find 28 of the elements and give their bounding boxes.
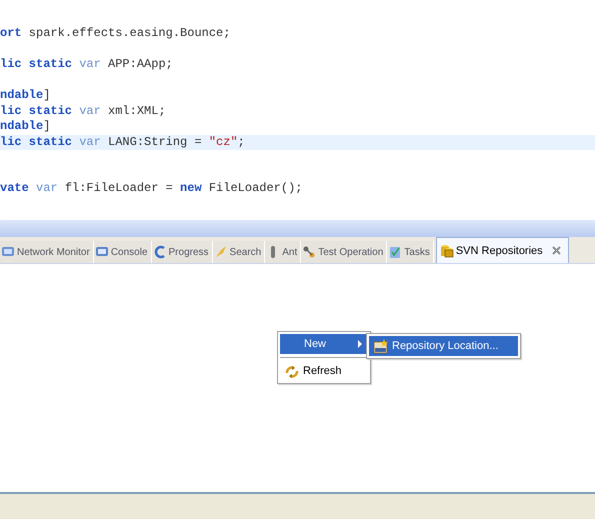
submenu-arrow-icon [358,340,362,348]
view-tab[interactable]: Search [212,241,266,263]
view-tab[interactable]: Network Monitor [0,241,94,263]
menu-item[interactable]: Refresh [280,361,368,381]
menu-item[interactable]: New [280,334,368,354]
code-line: vate var fl:FileLoader = new FileLoader(); [0,181,302,195]
code-line: lic static var xml:XML; [0,104,166,118]
clipboard-icon [388,245,402,259]
view-tab[interactable]: Tasks [387,241,434,263]
repository-icon [373,338,388,354]
view-tab[interactable]: Console [94,241,152,263]
code-line: ort spark.effects.easing.Bounce; [0,26,230,40]
progress-icon [152,245,167,259]
menu-item[interactable]: Repository Location... [369,336,518,356]
view-tab[interactable]: Progress [152,241,213,263]
view-tab[interactable]: SVN Repositories [436,237,569,263]
close-icon[interactable] [550,245,562,256]
code-line: ndable] [0,88,50,102]
refresh-icon [284,364,299,378]
database-icon [440,244,454,258]
view-tab[interactable]: Test Operation [301,241,388,263]
code-line: lic static var LANG:String = "cz"; [0,134,245,148]
code-line: lic static var APP:AApp; [0,57,173,71]
code-line: ndable] [0,119,50,133]
monitor-icon [94,245,109,259]
nodes-icon [302,245,316,259]
monitor-icon [1,245,15,259]
view-tab[interactable]: Ant [265,241,302,263]
